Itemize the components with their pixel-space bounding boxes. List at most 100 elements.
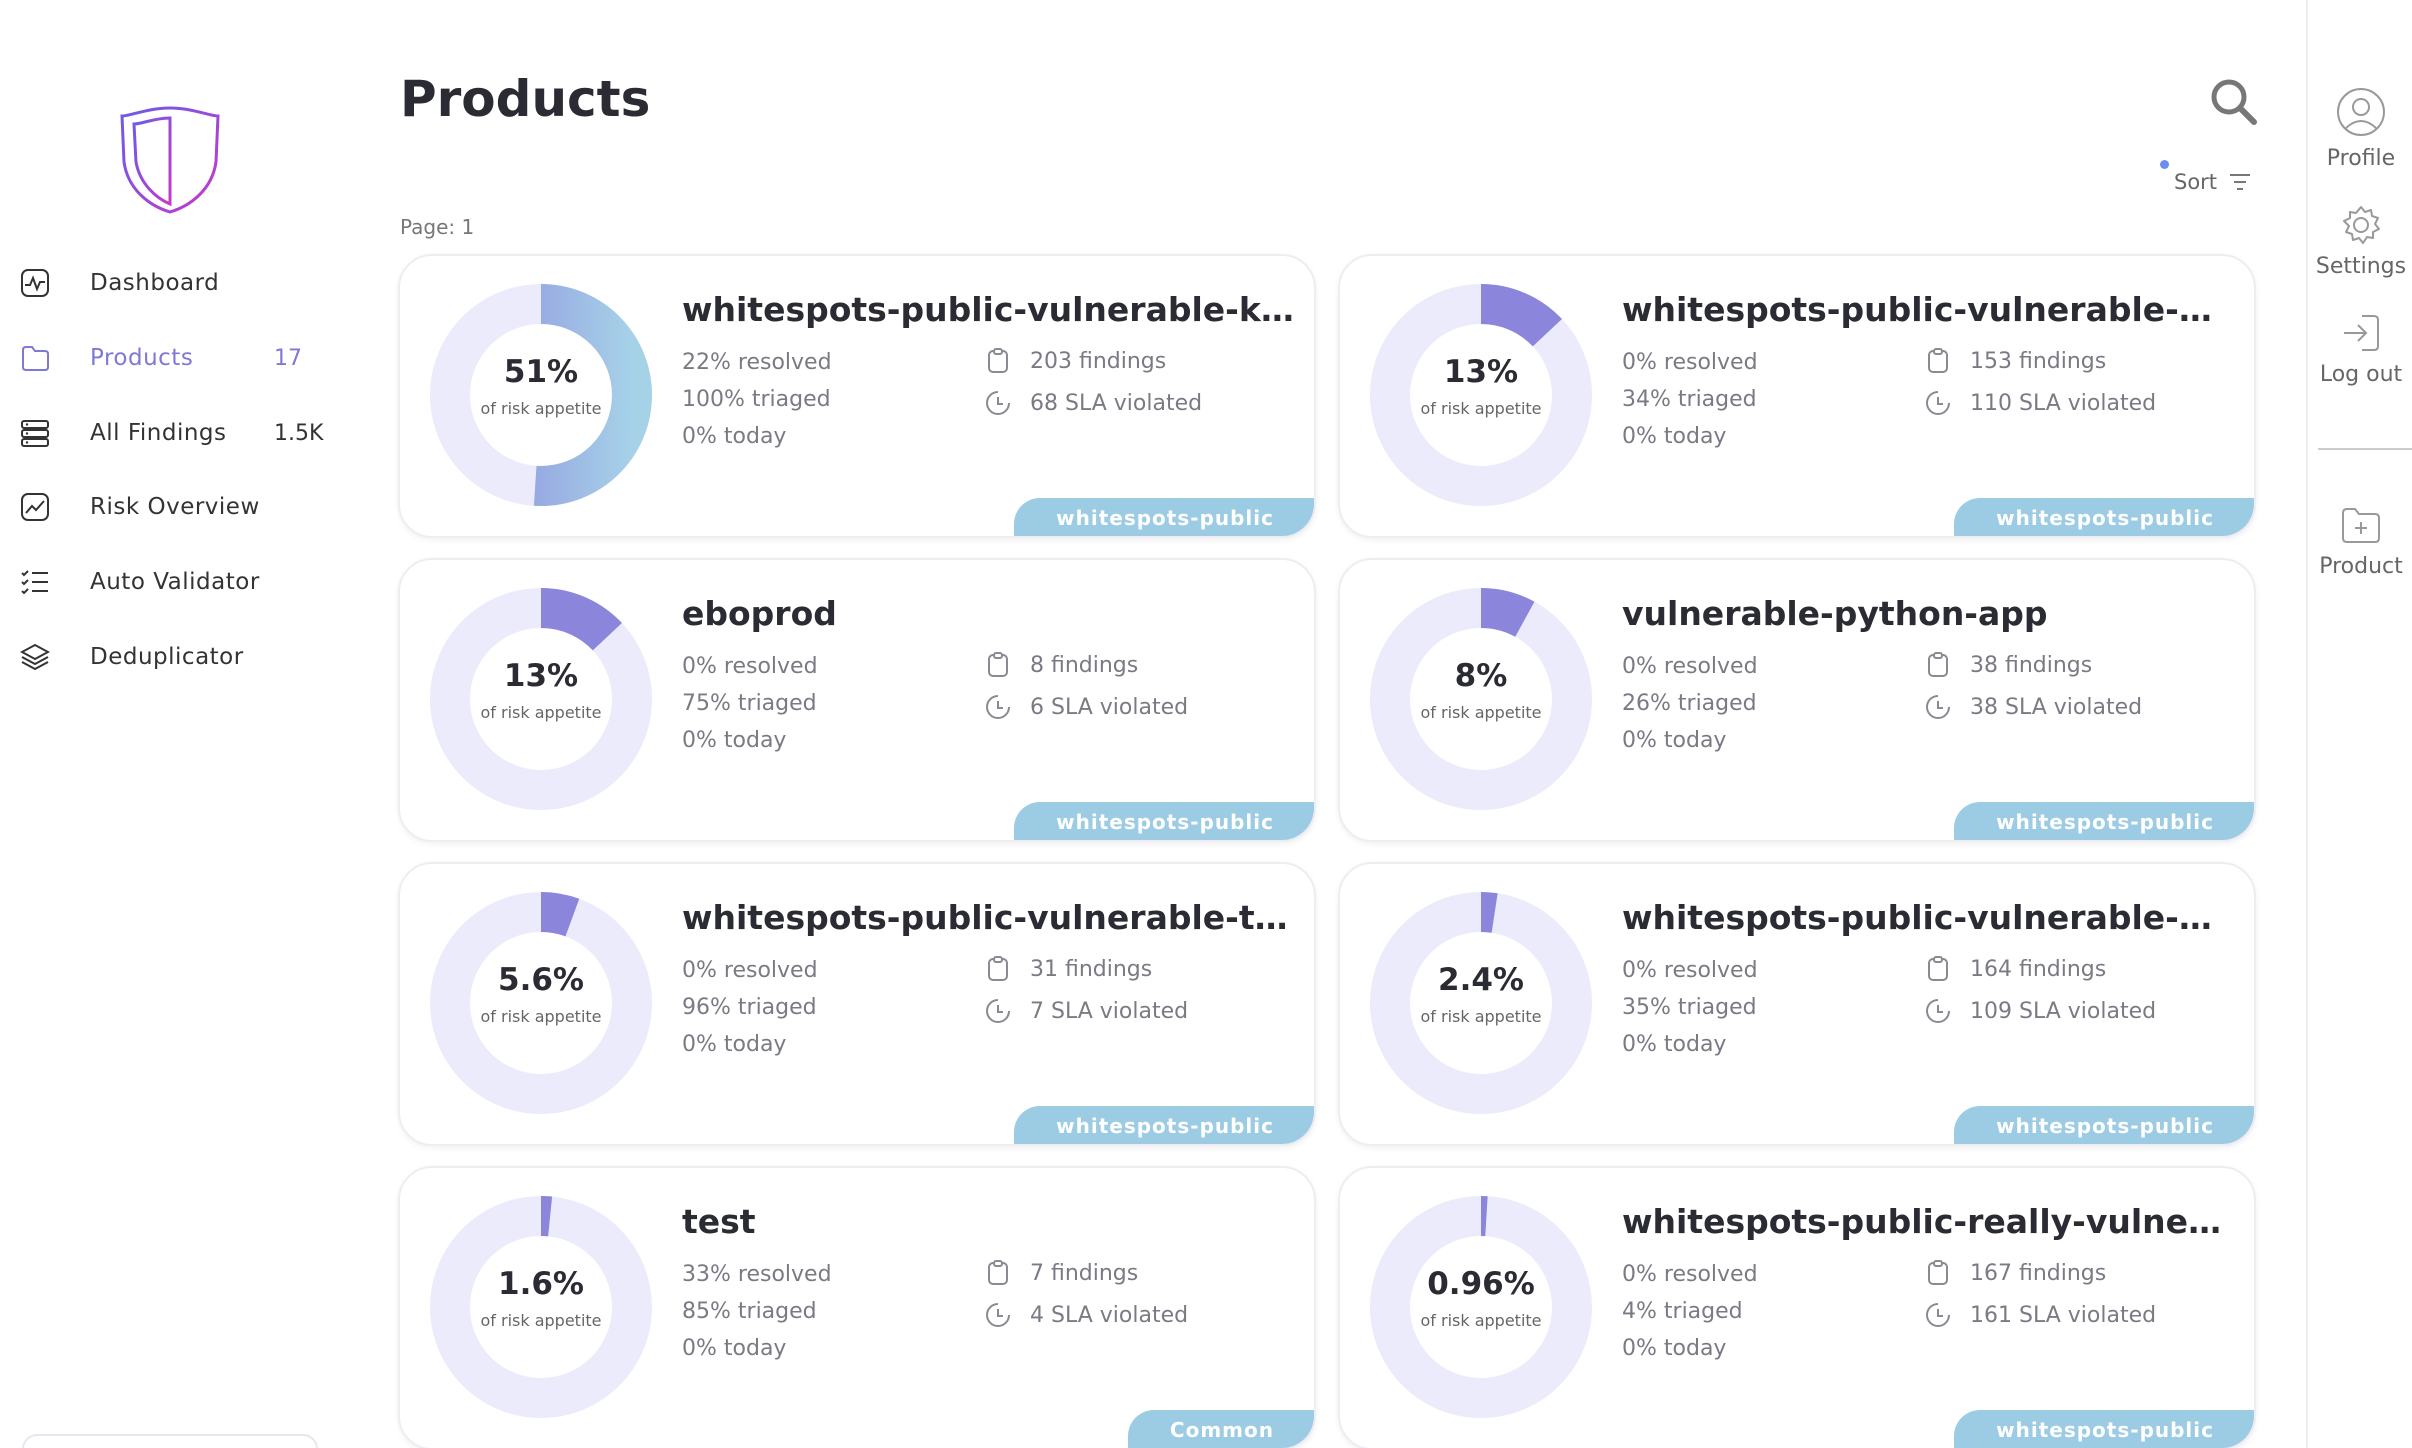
risk-percent: 5.6%	[498, 962, 584, 998]
sla-count: 7 SLA violated	[1030, 998, 1189, 1024]
risk-percent: 51%	[503, 354, 579, 390]
clock-icon	[1924, 389, 1952, 417]
sidebar-footer-widget[interactable]	[22, 1434, 318, 1448]
risk-percent: 13%	[1443, 354, 1519, 390]
product-card[interactable]: 5.6% of risk appetite whitespots-public-…	[398, 862, 1316, 1146]
risk-donut-chart	[430, 892, 652, 1114]
add-product-button[interactable]: Product	[2308, 504, 2412, 579]
clock-icon	[984, 1301, 1012, 1329]
risk-percent: 0.96%	[1427, 1266, 1535, 1302]
page-indicator: Page: 1	[400, 215, 475, 239]
profile-button[interactable]: Profile	[2308, 86, 2412, 171]
findings-count: 7 findings	[1030, 1260, 1139, 1286]
risk-donut-chart	[430, 1196, 652, 1418]
sla-metric: 6 SLA violated	[984, 693, 1188, 721]
triaged-stat: 85% triaged	[682, 1299, 817, 1324]
clock-icon	[984, 997, 1012, 1025]
layers-icon	[18, 640, 52, 674]
shield-logo-icon	[120, 106, 220, 214]
triaged-stat: 75% triaged	[682, 691, 817, 716]
risk-label: of risk appetite	[480, 1007, 602, 1026]
product-name[interactable]: whitespots-public-vulnerable-pyth...	[1622, 290, 2234, 329]
product-card[interactable]: 51% of risk appetite whitespots-public-v…	[398, 254, 1316, 538]
sla-metric: 109 SLA violated	[1924, 997, 2156, 1025]
resolved-stat: 0% resolved	[1622, 654, 1758, 679]
donut-track	[1370, 1196, 1592, 1418]
sidebar-item-products[interactable]: Products 17	[18, 330, 318, 386]
product-name[interactable]: vulnerable-python-app	[1622, 594, 2234, 633]
triaged-stat: 34% triaged	[1622, 387, 1757, 412]
product-card[interactable]: 1.6% of risk appetite test 33% resolved …	[398, 1166, 1316, 1448]
risk-percent: 13%	[503, 658, 579, 694]
product-name[interactable]: whitespots-public-really-vulnerabl...	[1622, 1202, 2234, 1241]
product-card[interactable]: 13% of risk appetite eboprod 0% resolved…	[398, 558, 1316, 842]
settings-label: Settings	[2315, 254, 2407, 279]
settings-button[interactable]: Settings	[2308, 204, 2412, 279]
today-stat: 0% today	[1622, 728, 1727, 753]
risk-label: of risk appetite	[480, 399, 602, 418]
sidebar: Dashboard Products 17 All Findings 1.5K …	[0, 0, 340, 1448]
findings-count: 164 findings	[1970, 956, 2107, 982]
sla-count: 4 SLA violated	[1030, 1302, 1189, 1328]
team-tag: whitespots-public	[1014, 1106, 1314, 1144]
resolved-stat: 0% resolved	[1622, 350, 1758, 375]
product-card[interactable]: 8% of risk appetite vulnerable-python-ap…	[1338, 558, 2256, 842]
risk-label: of risk appetite	[1420, 703, 1542, 722]
product-name[interactable]: whitespots-public-vulnerable-terra...	[682, 898, 1294, 937]
resolved-stat: 0% resolved	[682, 654, 818, 679]
product-name[interactable]: test	[682, 1202, 1294, 1241]
resolved-stat: 0% resolved	[1622, 958, 1758, 983]
sort-button[interactable]: Sort	[2174, 170, 2251, 194]
search-icon	[2211, 79, 2257, 125]
sidebar-item-dashboard[interactable]: Dashboard	[18, 255, 318, 311]
product-name[interactable]: whitespots-public-vulnerable-go-a...	[1622, 898, 2234, 937]
risk-donut-chart	[1370, 892, 1592, 1114]
team-tag: whitespots-public	[1954, 1410, 2254, 1448]
findings-count: 8 findings	[1030, 652, 1139, 678]
today-stat: 0% today	[1622, 1032, 1727, 1057]
findings-metric: 167 findings	[1924, 1259, 2106, 1287]
findings-metric: 153 findings	[1924, 347, 2106, 375]
product-name[interactable]: whitespots-public-vulnerable-k8s-...	[682, 290, 1294, 329]
clipboard-icon	[984, 955, 1012, 983]
findings-count-badge: 1.5K	[274, 420, 324, 446]
clipboard-icon	[1924, 651, 1952, 679]
findings-count: 153 findings	[1970, 348, 2107, 374]
sidebar-item-auto-validator[interactable]: Auto Validator	[18, 554, 318, 610]
today-stat: 0% today	[682, 728, 787, 753]
sla-metric: 7 SLA violated	[984, 997, 1188, 1025]
clock-icon	[1924, 1301, 1952, 1329]
donut-track	[430, 892, 652, 1114]
sidebar-item-all-findings[interactable]: All Findings 1.5K	[18, 405, 323, 461]
today-stat: 0% today	[682, 424, 787, 449]
sidebar-item-label: Products	[90, 345, 194, 371]
sla-metric: 4 SLA violated	[984, 1301, 1188, 1329]
logout-icon	[2344, 315, 2379, 351]
sla-metric: 38 SLA violated	[1924, 693, 2142, 721]
findings-count: 203 findings	[1030, 348, 1167, 374]
product-name[interactable]: eboprod	[682, 594, 1294, 633]
findings-metric: 7 findings	[984, 1259, 1138, 1287]
dashboard-icon	[18, 266, 52, 300]
sidebar-item-label: All Findings	[90, 420, 227, 446]
findings-metric: 164 findings	[1924, 955, 2106, 983]
page-title: Products	[400, 70, 651, 128]
resolved-stat: 33% resolved	[682, 1262, 832, 1287]
risk-donut-chart	[1370, 1196, 1592, 1418]
sidebar-item-label: Risk Overview	[90, 494, 260, 520]
product-card[interactable]: 0.96% of risk appetite whitespots-public…	[1338, 1166, 2256, 1448]
sidebar-item-deduplicator[interactable]: Deduplicator	[18, 629, 318, 685]
search-button[interactable]	[2208, 76, 2260, 128]
risk-donut-chart	[430, 284, 652, 506]
filter-lines-icon	[2230, 174, 2251, 190]
risk-label: of risk appetite	[480, 703, 602, 722]
risk-percent: 8%	[1454, 658, 1508, 694]
logout-button[interactable]: Log out	[2308, 312, 2412, 387]
clock-icon	[984, 693, 1012, 721]
products-count-badge: 17	[274, 345, 302, 371]
product-card[interactable]: 2.4% of risk appetite whitespots-public-…	[1338, 862, 2256, 1146]
team-tag: whitespots-public	[1014, 498, 1314, 536]
sidebar-item-risk-overview[interactable]: Risk Overview	[18, 479, 318, 535]
sla-metric: 161 SLA violated	[1924, 1301, 2156, 1329]
product-card[interactable]: 13% of risk appetite whitespots-public-v…	[1338, 254, 2256, 538]
